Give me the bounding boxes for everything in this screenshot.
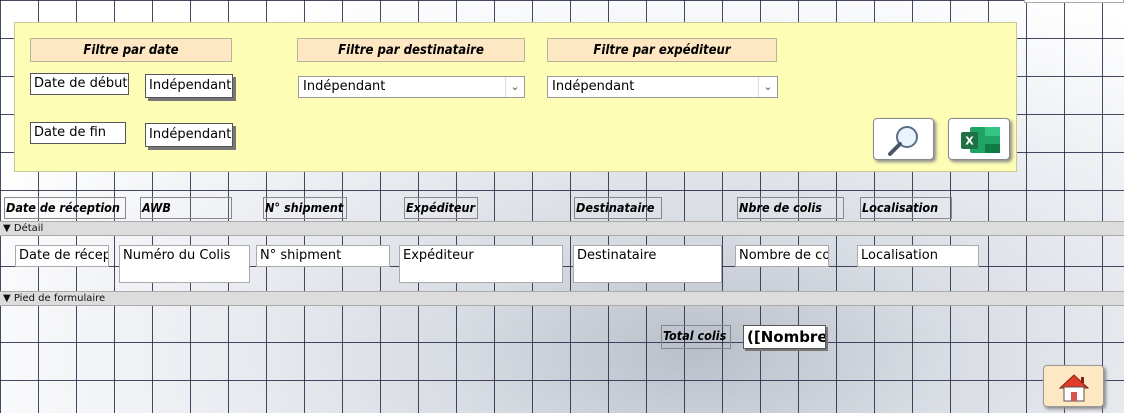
excel-icon: X — [961, 127, 1000, 153]
column-header-shipment: N° shipment — [263, 197, 347, 219]
sender-combo[interactable]: Indépendant ⌄ — [547, 76, 778, 98]
footer-section-bar[interactable]: ▼ Pied de formulaire — [0, 291, 1124, 306]
start-date-input[interactable]: Indépendant — [145, 74, 233, 98]
field-package-number[interactable]: Numéro du Colis — [119, 245, 250, 283]
detail-section-label: Détail — [13, 223, 44, 234]
search-button[interactable] — [873, 118, 934, 160]
column-header-recipient: Destinataire — [574, 197, 662, 219]
total-label: Total colis — [661, 325, 731, 349]
recipient-combo[interactable]: Indépendant ⌄ — [298, 76, 525, 98]
column-header-location: Localisation — [860, 197, 952, 219]
total-value: ([Nombre — [743, 325, 826, 349]
field-shipment[interactable]: N° shipment — [256, 245, 390, 267]
recipient-combo-value: Indépendant — [303, 79, 386, 94]
field-location[interactable]: Localisation — [857, 245, 979, 267]
chevron-down-icon[interactable]: ⌄ — [758, 77, 777, 97]
column-header-awb: AWB — [140, 197, 232, 219]
column-header-sender: Expéditeur — [404, 197, 478, 219]
sender-filter-header: Filtre par expéditeur — [547, 38, 777, 62]
column-header-count: Nbre de colis — [737, 197, 844, 219]
column-header-date: Date de réception — [4, 197, 126, 219]
field-date[interactable]: Date de récep — [15, 245, 109, 267]
excel-letter: X — [965, 135, 974, 148]
field-recipient[interactable]: Destinataire — [573, 245, 722, 283]
end-date-label: Date de fin — [30, 122, 126, 144]
end-date-input[interactable]: Indépendant — [145, 123, 233, 147]
date-filter-header: Filtre par date — [30, 38, 232, 62]
detail-section-bar[interactable]: ▼ Détail — [0, 221, 1124, 236]
footer-section-label: Pied de formulaire — [13, 293, 106, 304]
field-sender[interactable]: Expéditeur — [399, 245, 563, 283]
top-right-strip — [1024, 0, 1124, 3]
field-count[interactable]: Nombre de co — [735, 245, 829, 267]
recipient-filter-header: Filtre par destinataire — [297, 38, 525, 62]
magnifier-icon — [888, 126, 918, 156]
sender-combo-value: Indépendant — [552, 79, 635, 94]
chevron-down-icon[interactable]: ⌄ — [505, 77, 524, 97]
excel-export-button[interactable]: X — [948, 118, 1010, 160]
start-date-label: Date de début — [30, 73, 129, 95]
home-button[interactable] — [1043, 365, 1104, 407]
home-icon — [1058, 374, 1090, 402]
